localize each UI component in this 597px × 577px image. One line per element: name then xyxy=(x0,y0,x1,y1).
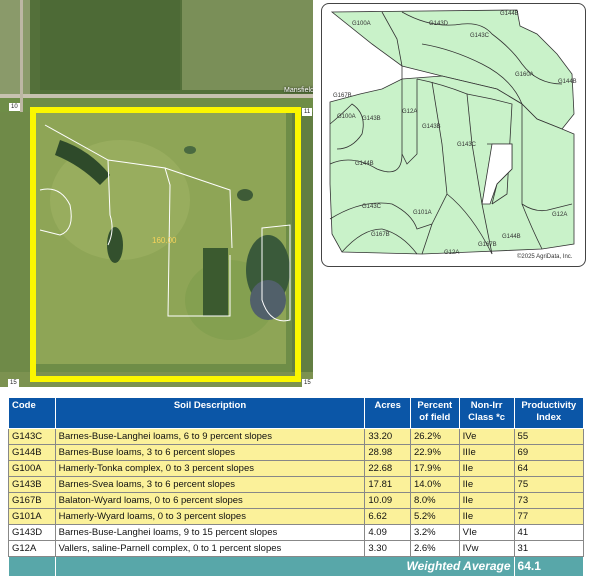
table-row: G144B Barnes-Buse loams, 3 to 6 percent s… xyxy=(8,444,585,461)
soil-code-cell: G143D xyxy=(8,524,56,541)
productivity-cell: 31 xyxy=(513,540,585,557)
soil-description-cell: Hamerly-Wyard loams, 0 to 3 percent slop… xyxy=(54,508,366,525)
productivity-cell: 75 xyxy=(513,476,585,493)
class-cell: IIe xyxy=(458,476,515,493)
soil-map-label: G144B xyxy=(558,79,577,85)
weighted-average-label: Weighted Average xyxy=(54,556,515,577)
soil-code-cell: G167B xyxy=(8,492,56,509)
table-row: G12A Vallers, saline-Parnell complex, 0 t… xyxy=(8,540,585,557)
productivity-cell: 41 xyxy=(513,524,585,541)
soil-map-label: G101A xyxy=(413,210,432,216)
soil-map: G100A G143D G144B G143C G160A G144B G167… xyxy=(321,3,586,267)
acres-cell: 3.30 xyxy=(364,540,411,557)
aerial-photo: Mansfield 10 11 15 15 160.00 xyxy=(0,0,313,387)
soil-map-label: G167B xyxy=(333,93,352,99)
percent-cell: 17.9% xyxy=(409,460,460,477)
road-label: 11 xyxy=(302,108,313,116)
column-header: Code xyxy=(8,397,56,429)
soil-map-label: G143C xyxy=(362,204,382,210)
acres-cell: 17.81 xyxy=(364,476,411,493)
table-row: G100A Hamerly-Tonka complex, 0 to 3 perce… xyxy=(8,460,585,477)
column-header: Acres xyxy=(364,397,411,429)
soil-map-label: G100A xyxy=(352,21,371,27)
column-header: Non-Irr Class *c xyxy=(458,397,515,429)
productivity-cell: 64 xyxy=(513,460,585,477)
class-cell: IIIe xyxy=(458,444,515,461)
percent-cell: 22.9% xyxy=(409,444,460,461)
soil-map-label: G100A xyxy=(337,114,356,120)
acres-cell: 4.09 xyxy=(364,524,411,541)
soil-table: Code Soil Description Acres Percent of f… xyxy=(8,397,585,577)
soil-code-cell: G143B xyxy=(8,476,56,493)
table-header-row: Code Soil Description Acres Percent of f… xyxy=(8,397,585,429)
table-row: G143D Barnes-Buse-Langhei loams, 9 to 15 … xyxy=(8,524,585,541)
class-cell: IVe xyxy=(458,428,515,445)
acres-cell: 6.62 xyxy=(364,508,411,525)
soil-description-cell: Barnes-Buse-Langhei loams, 9 to 15 perce… xyxy=(54,524,366,541)
table-body: G143C Barnes-Buse-Langhei loams, 6 to 9 p… xyxy=(8,428,585,577)
soil-map-label: G167B xyxy=(371,232,390,238)
copyright-text: ©2025 AgriData, Inc. xyxy=(517,254,573,260)
soil-code-cell: G12A xyxy=(8,540,56,557)
soil-map-label: G167B xyxy=(478,242,497,248)
soil-map-label: G143D xyxy=(429,21,449,27)
percent-cell: 2.6% xyxy=(409,540,460,557)
acres-cell: 22.68 xyxy=(364,460,411,477)
soil-code-cell: G100A xyxy=(8,460,56,477)
road-label: 15 xyxy=(8,379,19,387)
soil-description-cell: Vallers, saline-Parnell complex, 0 to 1 … xyxy=(54,540,366,557)
column-header: Soil Description xyxy=(54,397,366,429)
acres-cell: 10.09 xyxy=(364,492,411,509)
place-label: Mansfield xyxy=(284,87,313,94)
acres-cell: 28.98 xyxy=(364,444,411,461)
soil-code-cell: G143C xyxy=(8,428,56,445)
soil-description-cell: Balaton-Wyard loams, 0 to 6 percent slop… xyxy=(54,492,366,509)
soil-description-cell: Barnes-Svea loams, 3 to 6 percent slopes xyxy=(54,476,366,493)
table-row: G101A Hamerly-Wyard loams, 0 to 3 percent… xyxy=(8,508,585,525)
soil-map-label: G12A xyxy=(444,250,460,256)
class-cell: IIe xyxy=(458,508,515,525)
percent-cell: 26.2% xyxy=(409,428,460,445)
table-row: G143B Barnes-Svea loams, 3 to 6 percent s… xyxy=(8,476,585,493)
soil-map-label: G144B xyxy=(500,11,519,17)
soil-map-label: G12A xyxy=(402,109,418,115)
acres-cell: 33.20 xyxy=(364,428,411,445)
table-row: G167B Balaton-Wyard loams, 0 to 6 percent… xyxy=(8,492,585,509)
soil-map-label: G143C xyxy=(470,33,490,39)
percent-cell: 3.2% xyxy=(409,524,460,541)
productivity-cell: 55 xyxy=(513,428,585,445)
soil-code-cell: G144B xyxy=(8,444,56,461)
column-header: Percent of field xyxy=(409,397,460,429)
soil-description-cell: Hamerly-Tonka complex, 0 to 3 percent sl… xyxy=(54,460,366,477)
class-cell: IIe xyxy=(458,460,515,477)
soil-map-label: G143B xyxy=(362,116,381,122)
class-cell: IVw xyxy=(458,540,515,557)
soil-description-cell: Barnes-Buse loams, 3 to 6 percent slopes xyxy=(54,444,366,461)
weighted-average-row: Weighted Average 64.1 xyxy=(8,556,585,577)
productivity-cell: 73 xyxy=(513,492,585,509)
field-boundary xyxy=(30,107,301,382)
soil-map-label: G160A xyxy=(515,72,534,78)
soil-map-label: G143B xyxy=(422,124,441,130)
blank-cell xyxy=(8,556,56,577)
soil-map-label: G144B xyxy=(355,161,374,167)
soil-map-label: G12A xyxy=(552,212,568,218)
soil-polygons xyxy=(329,9,575,255)
road-label: 15 xyxy=(302,379,313,387)
class-cell: VIe xyxy=(458,524,515,541)
productivity-cell: 77 xyxy=(513,508,585,525)
road-label: 10 xyxy=(9,103,20,111)
soil-map-label: G144B xyxy=(502,234,521,240)
table-row: G143C Barnes-Buse-Langhei loams, 6 to 9 p… xyxy=(8,428,585,445)
percent-cell: 14.0% xyxy=(409,476,460,493)
weighted-average-value: 64.1 xyxy=(513,556,585,577)
productivity-cell: 69 xyxy=(513,444,585,461)
soil-description-cell: Barnes-Buse-Langhei loams, 6 to 9 percen… xyxy=(54,428,366,445)
percent-cell: 8.0% xyxy=(409,492,460,509)
class-cell: IIe xyxy=(458,492,515,509)
soil-code-cell: G101A xyxy=(8,508,56,525)
percent-cell: 5.2% xyxy=(409,508,460,525)
column-header: Productivity Index xyxy=(513,397,585,429)
soil-map-label: G143C xyxy=(457,142,477,148)
